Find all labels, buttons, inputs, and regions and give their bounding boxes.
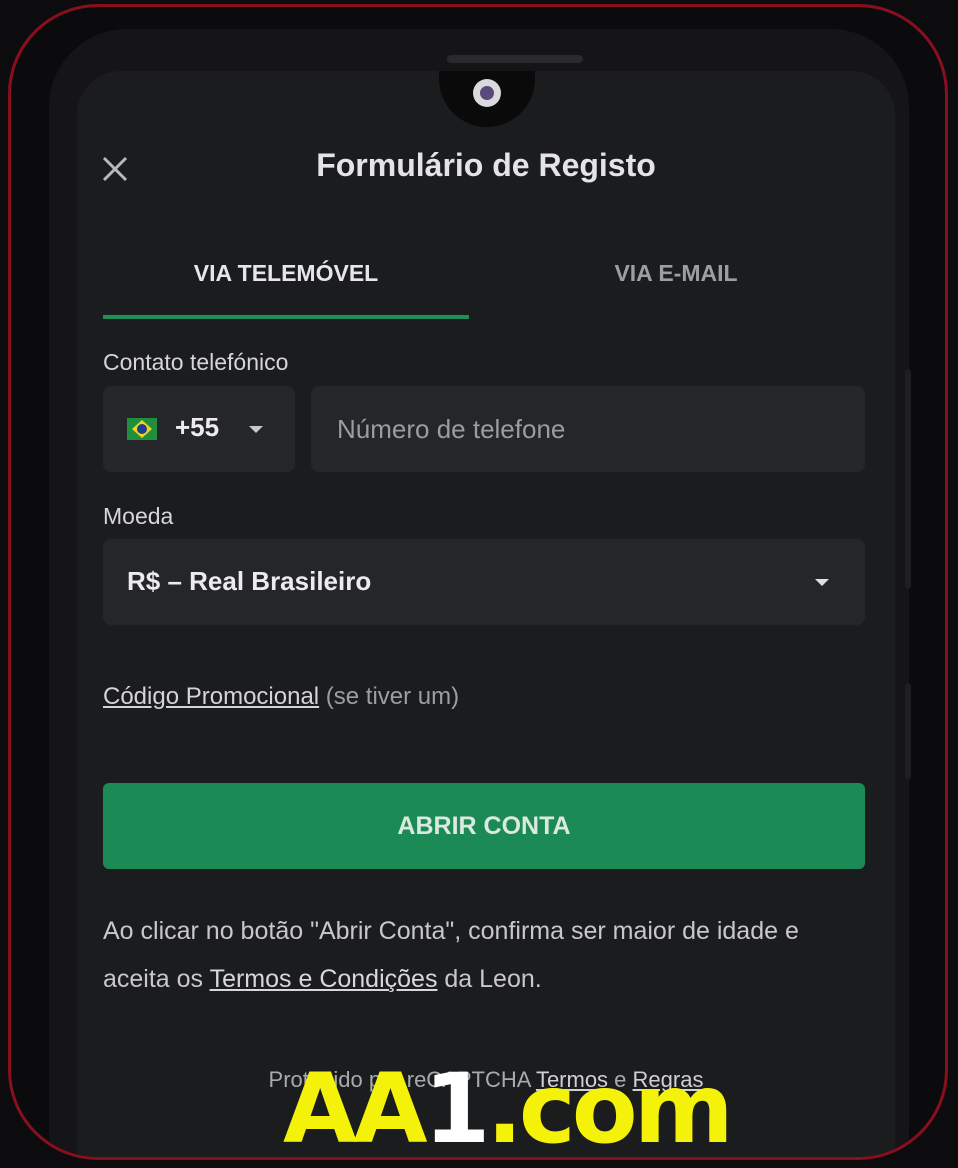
camera-notch (439, 71, 535, 127)
watermark-logo: AA1.com (283, 1061, 734, 1157)
terms-notice: Ao clicar no botão "Abrir Conta", confir… (103, 907, 843, 1003)
promo-code-link[interactable]: Código Promocional (103, 683, 319, 710)
front-camera-icon (473, 79, 501, 107)
brazil-flag-icon (127, 418, 157, 440)
promo-code-hint: (se tiver um) (319, 683, 460, 710)
power-button (905, 683, 911, 779)
speaker-grille (447, 55, 583, 63)
page-title: Formulário de Registo (316, 147, 656, 183)
currency-label: Moeda (103, 503, 174, 529)
volume-button (905, 369, 911, 589)
app-screen: Formulário de Registo VIA TELEMÓVEL VIA … (77, 71, 895, 1157)
chevron-down-icon (249, 426, 263, 433)
dial-code: +55 (175, 412, 220, 442)
chevron-down-icon (815, 579, 829, 586)
watermark-part2: 1 (423, 1053, 491, 1160)
tab-via-phone[interactable]: VIA TELEMÓVEL (103, 237, 469, 319)
open-account-button[interactable]: ABRIR CONTA (103, 783, 865, 869)
watermark-part3: .com (486, 1053, 733, 1160)
device-frame: Formulário de Registo VIA TELEMÓVEL VIA … (8, 4, 948, 1160)
terms-conditions-link[interactable]: Termos e Condições (210, 965, 438, 993)
phone-number-field[interactable] (311, 386, 865, 472)
currency-value: R$ – Real Brasileiro (127, 566, 372, 596)
terms-suffix: da Leon. (437, 965, 542, 993)
promo-code-row: Código Promocional (se tiver um) (103, 683, 459, 711)
registration-tabs: VIA TELEMÓVEL VIA E-MAIL (103, 237, 867, 319)
phone-label: Contato telefónico (103, 349, 289, 375)
watermark-part1: AA (283, 1053, 428, 1160)
currency-select[interactable]: R$ – Real Brasileiro (103, 539, 865, 625)
country-code-select[interactable]: +55 (103, 386, 295, 472)
phone-number-input[interactable] (311, 386, 865, 472)
tab-via-email[interactable]: VIA E-MAIL (485, 237, 867, 315)
